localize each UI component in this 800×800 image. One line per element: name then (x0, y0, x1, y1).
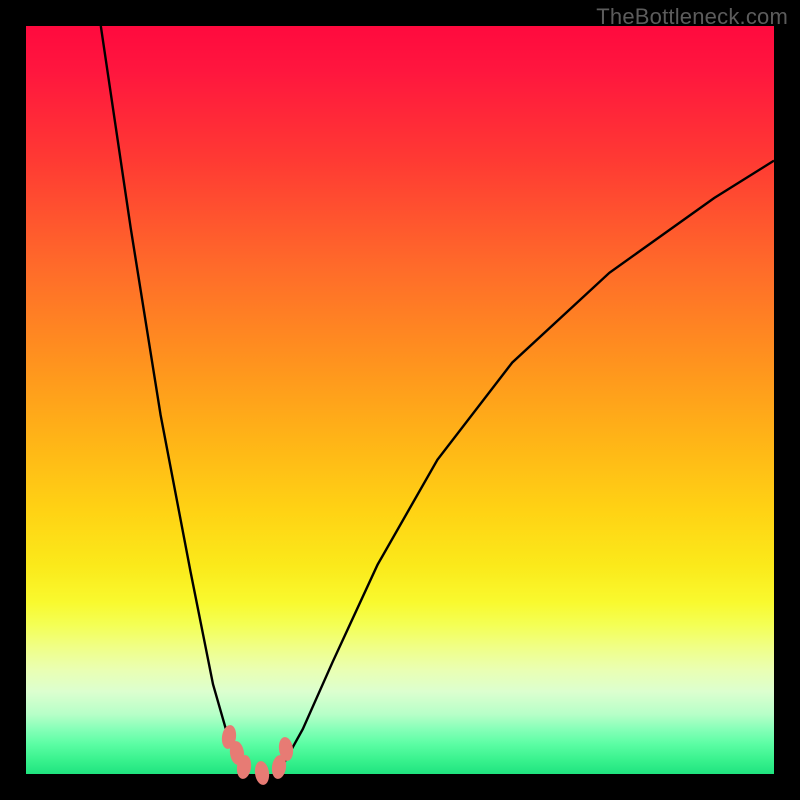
bottleneck-curve (26, 26, 774, 774)
plot-area (26, 26, 774, 774)
curve-right-branch (277, 161, 774, 773)
curve-left-branch (101, 26, 247, 773)
watermark-text: TheBottleneck.com (596, 4, 788, 30)
